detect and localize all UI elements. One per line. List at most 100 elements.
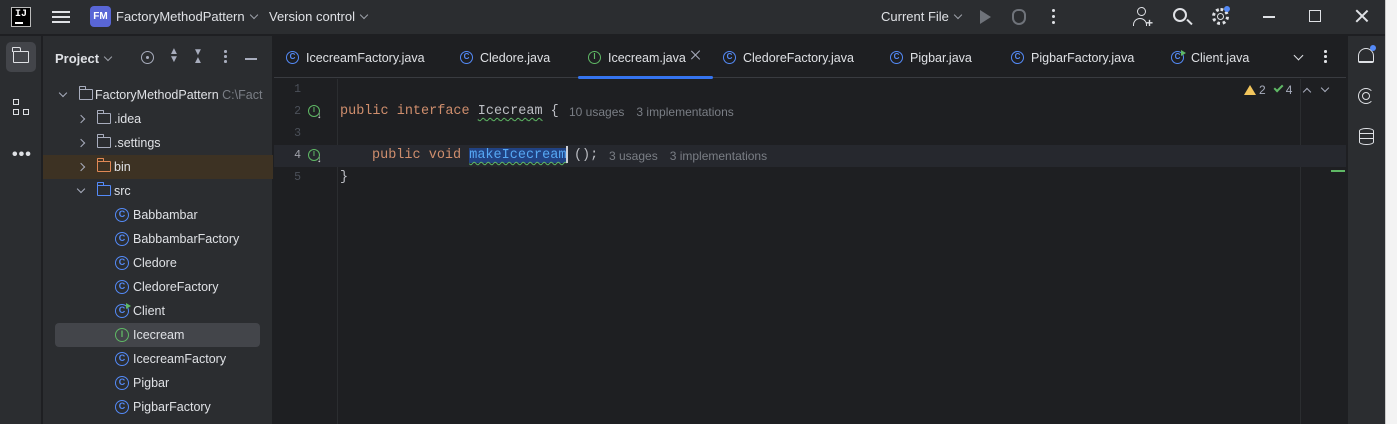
- scrollbar-marker[interactable]: [1331, 170, 1345, 172]
- class-icon: C: [115, 400, 129, 414]
- interface-name[interactable]: Icecream: [478, 104, 543, 119]
- usages-hint[interactable]: 10 usages: [569, 105, 624, 119]
- close-tab-icon[interactable]: [690, 50, 700, 60]
- usages-hint[interactable]: 3 usages: [609, 149, 658, 163]
- version-control-menu[interactable]: Version control: [269, 9, 369, 24]
- folder-icon: [96, 134, 111, 148]
- expand-all-icon[interactable]: ▲ ▼: [169, 47, 179, 65]
- tree-item-path: C:\Fact: [222, 88, 263, 102]
- tree-item-label: bin: [114, 160, 131, 174]
- project-tool-button[interactable]: [6, 42, 36, 72]
- window-edge: [1385, 0, 1397, 424]
- tab-label: Icecream.java: [608, 51, 686, 65]
- interface-icon: I: [115, 328, 129, 342]
- project-panel-header: Project ▲ ▼ ▼ ▲: [43, 36, 273, 78]
- tree-item-client[interactable]: C Client: [43, 299, 273, 323]
- tree-item-idea[interactable]: .idea: [43, 107, 273, 131]
- class-icon: C: [115, 280, 129, 294]
- keyword-public: public: [372, 148, 421, 163]
- debug-icon[interactable]: [1012, 9, 1026, 25]
- version-control-label: Version control: [269, 9, 355, 24]
- code-line[interactable]: 3: [274, 123, 1346, 145]
- chevron-right-icon: [76, 162, 86, 172]
- tree-item-cledorefactory[interactable]: C CledoreFactory: [43, 275, 273, 299]
- tree-item-babbambar[interactable]: C Babbambar: [43, 203, 273, 227]
- ai-assistant-icon[interactable]: [1358, 88, 1374, 104]
- code-line[interactable]: 5 }: [274, 167, 1346, 189]
- folder-icon: [78, 86, 93, 100]
- excluded-folder-icon: [96, 158, 111, 172]
- code-text: public interface Icecream {: [340, 101, 559, 123]
- class-icon: C: [115, 208, 129, 222]
- maximize-window-button[interactable]: [1309, 10, 1321, 22]
- tree-item-icecreamfactory[interactable]: C IcecreamFactory: [43, 347, 273, 371]
- show-hidden-tabs-icon[interactable]: [1293, 50, 1304, 61]
- class-icon: C: [1011, 51, 1024, 64]
- open-brace: {: [542, 104, 559, 119]
- tree-item-icecream[interactable]: I Icecream: [55, 323, 260, 347]
- tree-item-label: Client: [133, 304, 165, 318]
- tab-label: PigbarFactory.java: [1031, 51, 1135, 65]
- tree-item-pigbar[interactable]: C Pigbar: [43, 371, 273, 395]
- tree-item-bin[interactable]: bin: [43, 155, 273, 179]
- method-name-selected[interactable]: makeIcecream: [469, 148, 567, 163]
- project-view-select[interactable]: Project: [55, 51, 113, 66]
- tree-item-settings[interactable]: .settings: [43, 131, 273, 155]
- database-icon[interactable]: [1359, 128, 1374, 145]
- more-actions-icon[interactable]: [1052, 9, 1055, 27]
- implementations-hint[interactable]: 3 implementations: [670, 149, 767, 163]
- structure-tool-icon[interactable]: [13, 99, 31, 117]
- more-tool-windows-icon[interactable]: •••: [12, 146, 32, 164]
- keyword-void: void: [428, 148, 462, 163]
- left-tool-stripe: •••: [0, 36, 42, 424]
- tree-item-pigbarfactory[interactable]: C PigbarFactory: [43, 395, 273, 419]
- class-icon: C: [723, 51, 736, 64]
- tree-item-label: Cledore: [133, 256, 177, 270]
- code-line[interactable]: 2 I ↓ public interface Icecream { 10 usa…: [274, 101, 1346, 123]
- tree-item-label: Pigbar: [133, 376, 170, 390]
- panel-options-icon[interactable]: [224, 50, 227, 65]
- tree-item-babbambarfactory[interactable]: C BabbambarFactory: [43, 227, 273, 251]
- class-icon: C: [890, 51, 903, 64]
- chevron-right-icon: [76, 114, 86, 124]
- close-window-button[interactable]: [1354, 8, 1370, 24]
- chevron-down-icon: [359, 10, 369, 20]
- code-line[interactable]: 1: [274, 79, 1346, 101]
- collapse-all-icon[interactable]: ▼ ▲: [193, 48, 203, 66]
- main-class-icon: C: [1171, 50, 1186, 64]
- tree-item-project-root[interactable]: FactoryMethodPattern C:\Fact: [43, 83, 273, 107]
- run-configuration-select[interactable]: Current File: [881, 9, 963, 24]
- minimize-window-button[interactable]: [1263, 16, 1275, 18]
- tree-item-label: Babbambar: [133, 208, 198, 222]
- class-icon: C: [460, 51, 473, 64]
- line-number: 5: [294, 171, 301, 184]
- tree-item-cledore[interactable]: C Cledore: [43, 251, 273, 275]
- run-icon[interactable]: [980, 10, 991, 24]
- chevron-right-icon: [76, 138, 86, 148]
- line-number: 1: [294, 83, 301, 96]
- tab-actions-icon[interactable]: [1324, 50, 1327, 65]
- code-editor: C IcecreamFactory.java C Cledore.java I …: [274, 36, 1346, 424]
- line-number: 2: [294, 105, 301, 118]
- tab-label: Cledore.java: [480, 51, 551, 65]
- update-dot-badge: [1224, 6, 1230, 12]
- class-icon: C: [115, 352, 129, 366]
- editor-tab-bar: C IcecreamFactory.java C Cledore.java I …: [274, 36, 1346, 79]
- tab-label: Client.java: [1191, 51, 1250, 65]
- hide-panel-icon[interactable]: [245, 58, 257, 60]
- text-caret: [566, 145, 568, 163]
- source-folder-icon: [96, 182, 111, 196]
- project-switcher[interactable]: FactoryMethodPattern: [116, 9, 258, 24]
- code-line-current[interactable]: 4 I ↓ public void makeIcecream (); 3 usag…: [274, 145, 1346, 167]
- folder-icon: [12, 47, 29, 63]
- line-number: 4: [294, 149, 301, 162]
- project-badge-icon[interactable]: FM: [90, 6, 111, 27]
- chevron-down-icon: [58, 88, 68, 98]
- add-user-icon[interactable]: +: [1133, 7, 1153, 30]
- search-icon[interactable]: [1173, 8, 1187, 22]
- tree-item-src[interactable]: src: [43, 179, 273, 203]
- main-menu-icon[interactable]: [52, 8, 70, 26]
- tab-label: IcecreamFactory.java: [306, 51, 425, 65]
- select-opened-file-icon[interactable]: [141, 51, 154, 64]
- implementations-hint[interactable]: 3 implementations: [636, 105, 733, 119]
